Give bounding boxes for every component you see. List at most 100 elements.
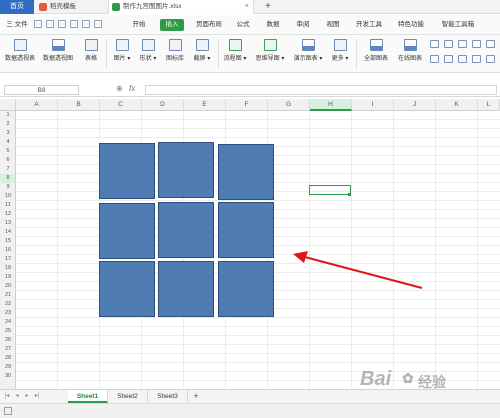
demo-chart-button[interactable]: 演示图表 ▾ bbox=[290, 39, 326, 62]
row-header[interactable]: 15 bbox=[0, 237, 15, 246]
row-header[interactable]: 1 bbox=[0, 111, 15, 120]
scatter-chart-icon[interactable] bbox=[458, 55, 467, 63]
row-header[interactable]: 3 bbox=[0, 129, 15, 138]
bar-chart-icon[interactable] bbox=[444, 40, 453, 48]
row-header[interactable]: 21 bbox=[0, 291, 15, 300]
row-header[interactable]: 6 bbox=[0, 156, 15, 165]
first-sheet-icon[interactable]: |◂ bbox=[3, 392, 11, 401]
close-tab-icon[interactable]: × bbox=[245, 0, 249, 14]
menu-developer[interactable]: 开发工具 bbox=[352, 19, 386, 31]
home-tab[interactable]: 首页 bbox=[0, 0, 34, 14]
column-header-selected[interactable]: H bbox=[310, 99, 352, 111]
menu-data[interactable]: 数据 bbox=[262, 19, 284, 31]
area-chart-icon[interactable] bbox=[472, 40, 481, 48]
new-tab-button[interactable]: + bbox=[262, 0, 274, 14]
formula-input[interactable] bbox=[145, 85, 497, 95]
column-header[interactable]: C bbox=[100, 99, 142, 111]
pivot-chart-button[interactable]: 数据透视图 bbox=[40, 39, 76, 62]
column-header[interactable]: K bbox=[436, 99, 478, 111]
column-header[interactable]: L bbox=[478, 99, 500, 111]
row-header[interactable]: 30 bbox=[0, 372, 15, 381]
worksheet-grid[interactable] bbox=[16, 111, 500, 389]
prev-sheet-icon[interactable]: ◂ bbox=[13, 392, 21, 401]
pie-chart-icon[interactable] bbox=[430, 55, 439, 63]
column-header[interactable]: I bbox=[352, 99, 394, 111]
row-header[interactable]: 24 bbox=[0, 318, 15, 327]
more-button[interactable]: 更多 ▾ bbox=[328, 39, 352, 62]
macro-record-icon[interactable] bbox=[4, 407, 12, 415]
row-header[interactable]: 13 bbox=[0, 219, 15, 228]
zoom-icon[interactable]: ⊕ bbox=[116, 84, 123, 93]
row-header[interactable]: 7 bbox=[0, 165, 15, 174]
row-header[interactable]: 16 bbox=[0, 246, 15, 255]
print-icon[interactable] bbox=[58, 20, 66, 28]
flowchart-button[interactable]: 流程图 ▾ bbox=[220, 39, 250, 62]
menu-features[interactable]: 特色功能 bbox=[394, 19, 428, 31]
row-header[interactable]: 26 bbox=[0, 336, 15, 345]
redo-icon[interactable] bbox=[94, 20, 102, 28]
shape-button[interactable]: 形状 ▾ bbox=[136, 39, 160, 62]
sparkline-icon[interactable] bbox=[486, 55, 495, 63]
menu-smart-tools[interactable]: 智能工具箱 bbox=[436, 19, 480, 31]
row-header[interactable]: 9 bbox=[0, 183, 15, 192]
picture-button[interactable]: 图片 ▾ bbox=[110, 39, 134, 62]
mindmap-button[interactable]: 思维导图 ▾ bbox=[252, 39, 288, 62]
row-header[interactable]: 14 bbox=[0, 228, 15, 237]
screenshot-button[interactable]: 截屏 ▾ bbox=[190, 39, 214, 62]
row-header[interactable]: 28 bbox=[0, 354, 15, 363]
row-header[interactable]: 4 bbox=[0, 138, 15, 147]
row-header[interactable]: 29 bbox=[0, 363, 15, 372]
add-sheet-button[interactable]: + bbox=[190, 390, 202, 403]
row-header[interactable]: 5 bbox=[0, 147, 15, 156]
column-header[interactable]: E bbox=[184, 99, 226, 111]
row-header[interactable]: 18 bbox=[0, 264, 15, 273]
undo-icon[interactable] bbox=[82, 20, 90, 28]
save-icon[interactable] bbox=[34, 20, 42, 28]
row-header-selected[interactable]: 8 bbox=[0, 174, 15, 183]
row-header[interactable]: 23 bbox=[0, 309, 15, 318]
menu-start[interactable]: 开始 bbox=[128, 19, 150, 31]
sheet-tab-sheet1[interactable]: Sheet1 bbox=[68, 390, 108, 403]
column-header[interactable]: J bbox=[394, 99, 436, 111]
column-header[interactable]: B bbox=[58, 99, 100, 111]
row-header[interactable]: 17 bbox=[0, 255, 15, 264]
column-header[interactable]: A bbox=[16, 99, 58, 111]
menu-view[interactable]: 视图 bbox=[322, 19, 344, 31]
row-header[interactable]: 10 bbox=[0, 192, 15, 201]
name-box[interactable]: B8 bbox=[4, 85, 79, 95]
menu-insert[interactable]: 插入 bbox=[160, 19, 184, 31]
icon-library-button[interactable]: 图标库 bbox=[162, 39, 188, 62]
menu-page-layout[interactable]: 页面布局 bbox=[192, 19, 226, 31]
last-sheet-icon[interactable]: ▸| bbox=[33, 392, 41, 401]
pivot-table-button[interactable]: 数据透视表 bbox=[2, 39, 38, 62]
select-all-corner[interactable] bbox=[0, 99, 16, 111]
next-sheet-icon[interactable]: ▸ bbox=[23, 392, 31, 401]
column-header[interactable]: D bbox=[142, 99, 184, 111]
bar-chart-icon[interactable] bbox=[444, 55, 453, 63]
file-menu[interactable]: 三 文件 bbox=[4, 19, 30, 31]
row-header[interactable]: 19 bbox=[0, 273, 15, 282]
sheet-tab-sheet2[interactable]: Sheet2 bbox=[108, 390, 148, 403]
workbook-tab[interactable]: 制作九宫图图片.xlsx × bbox=[108, 0, 254, 14]
column-header[interactable]: G bbox=[268, 99, 310, 111]
row-header[interactable]: 27 bbox=[0, 345, 15, 354]
row-header[interactable]: 20 bbox=[0, 282, 15, 291]
column-header[interactable]: F bbox=[226, 99, 268, 111]
row-header[interactable]: 12 bbox=[0, 210, 15, 219]
row-header[interactable]: 11 bbox=[0, 201, 15, 210]
row-header[interactable]: 2 bbox=[0, 120, 15, 129]
row-header[interactable]: 25 bbox=[0, 327, 15, 336]
print-preview-icon[interactable] bbox=[70, 20, 78, 28]
online-chart-button[interactable]: 在线图表 bbox=[394, 39, 426, 62]
radar-chart-icon[interactable] bbox=[472, 55, 481, 63]
menu-formula[interactable]: 公式 bbox=[232, 19, 254, 31]
export-pdf-icon[interactable] bbox=[46, 20, 54, 28]
chart-settings-icon[interactable] bbox=[486, 40, 495, 48]
column-chart-icon[interactable] bbox=[458, 40, 467, 48]
table-button[interactable]: 表格 bbox=[80, 39, 102, 62]
sheet-tab-sheet3[interactable]: Sheet3 bbox=[148, 390, 188, 403]
line-chart-icon[interactable] bbox=[430, 40, 439, 48]
fx-icon[interactable]: fx bbox=[129, 84, 135, 93]
menu-review[interactable]: 审阅 bbox=[292, 19, 314, 31]
row-header[interactable]: 22 bbox=[0, 300, 15, 309]
